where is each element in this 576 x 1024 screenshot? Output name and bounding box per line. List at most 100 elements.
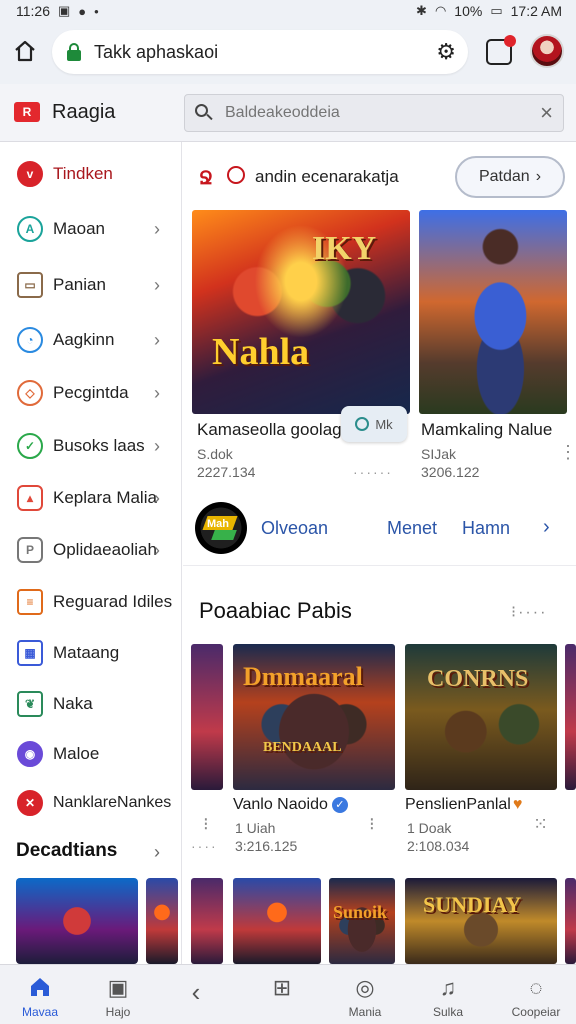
kebab-menu-icon[interactable]: ⁙	[533, 814, 548, 835]
sidebar-item-label: Maloe	[53, 744, 100, 763]
sidebar-item-12[interactable]: ✕ NanklareNankes	[0, 783, 181, 823]
sidebar-item-label: Aagkinn	[53, 330, 115, 349]
bluetooth-icon: ✱	[416, 3, 427, 18]
brand-logo-icon: R	[14, 102, 40, 122]
card-meta: 1 Doak	[407, 820, 452, 836]
more-dots-icon[interactable]: ······	[353, 464, 393, 480]
sidebar-item-6[interactable]: ▴ Keplara Malia ›	[0, 478, 181, 518]
card-title[interactable]: Kamaseolla goolag	[197, 420, 342, 440]
card-title[interactable]: PenslienPanlal ♥	[405, 796, 522, 814]
channel-row: Mah Olveoan Menet Hamn ›	[183, 494, 576, 566]
featured-card-image[interactable]: IKY Nahla	[192, 210, 410, 414]
sidebar-item-label: Mataang	[53, 643, 120, 662]
chevron-right-icon[interactable]: ›	[543, 516, 550, 539]
nav-item-sulka[interactable]: ♫ Sulka	[412, 965, 484, 1024]
game-thumbnail[interactable]: Sunoik	[329, 878, 395, 964]
close-icon[interactable]: ×	[540, 100, 553, 126]
sidebar-item-label: Panian	[53, 275, 106, 294]
sidebar-item-label: Oplidaeaoliah	[53, 540, 157, 559]
chevron-right-icon[interactable]: ›	[154, 842, 160, 863]
game-thumbnail[interactable]	[191, 644, 223, 790]
sidebar-item-label: Keplara Malia	[53, 488, 157, 507]
sidebar-item-4[interactable]: ◇ Pecgintda ›	[0, 373, 181, 413]
nav-label: Sulka	[432, 1005, 464, 1019]
browser-toolbar: Takk aphaskaoi ⚙	[0, 22, 576, 84]
compass-icon: ◔	[17, 327, 43, 353]
search-icon	[195, 104, 213, 122]
game-thumbnail[interactable]	[146, 878, 178, 964]
share-icon	[355, 417, 370, 431]
chevron-right-icon: ›	[154, 329, 160, 350]
chevron-right-icon: ›	[154, 382, 160, 403]
game-thumbnail[interactable]	[16, 878, 138, 964]
sidebar-item-11[interactable]: ◉ Maloe	[0, 734, 181, 774]
nav-item-hajo[interactable]: ▣ Hajo	[82, 965, 154, 1024]
art-text: CONRNS	[427, 666, 529, 692]
image-icon: ▣	[107, 975, 129, 1000]
game-thumbnail[interactable]	[191, 878, 223, 964]
game-thumbnail[interactable]	[565, 878, 576, 964]
avatar[interactable]	[530, 34, 564, 68]
kebab-menu-icon[interactable]: ⋮	[559, 442, 576, 463]
kebab-menu-icon[interactable]: ⁝	[369, 814, 375, 835]
featured-action-button[interactable]: Patdan ›	[455, 156, 565, 198]
battery-percent: 10%	[454, 3, 483, 19]
home-button[interactable]	[10, 36, 40, 66]
sidebar-item-label: Tindken	[53, 164, 113, 183]
battery-icon: ▭	[490, 3, 503, 18]
status-bar: 11:26 ▣ ● • ✱ ◠ 10% ▭ 17:2 AM	[0, 0, 576, 22]
search-input[interactable]	[225, 104, 541, 122]
grid-button[interactable]: ⊞	[246, 965, 318, 1024]
card-title[interactable]: Vanlo Naoido ✓	[233, 796, 348, 814]
sidebar-item-7[interactable]: P Oplidaeaoliah ›	[0, 530, 181, 570]
sidebar-item-5[interactable]: ✓ Busoks laas ›	[0, 426, 181, 466]
sidebar-item-label: Pecgintda	[53, 383, 129, 402]
channel-logo[interactable]: Mah	[195, 502, 247, 554]
art-text: Nahla	[212, 331, 310, 373]
brand-name: Raagia	[52, 101, 116, 123]
share-chip[interactable]: Mk	[341, 406, 407, 442]
more-dots-icon[interactable]: ⁝····	[511, 602, 547, 622]
sidebar-item-9[interactable]: ▦ Mataang	[0, 633, 181, 673]
sidebar-item-10[interactable]: ❦ Naka	[0, 684, 181, 724]
nav-item-mania[interactable]: ◎ Mania	[329, 965, 401, 1024]
address-bar[interactable]: Takk aphaskaoi ⚙	[52, 30, 468, 74]
sidebar-item-3[interactable]: ◔ Aagkinn ›	[0, 320, 181, 360]
art-text: SUNDIAY	[423, 892, 522, 917]
card-meta: 1 Uiah	[235, 820, 276, 836]
sidebar-item-label: Reguarad Idiles	[53, 592, 173, 611]
card-meta: 2:108.034	[407, 838, 470, 854]
back-button[interactable]: ‹	[160, 965, 232, 1024]
game-thumbnail[interactable]	[565, 644, 576, 790]
card-title[interactable]: Mamkaling Nalue	[421, 420, 552, 440]
kebab-menu-icon[interactable]: ⁝	[203, 814, 209, 835]
channel-link[interactable]: Olveoan	[261, 518, 328, 539]
game-thumbnail[interactable]: SUNDIAY	[405, 878, 557, 964]
back-icon: ‹	[191, 977, 201, 1007]
search-box[interactable]: ×	[184, 94, 564, 132]
gear-icon[interactable]: ⚙	[436, 39, 456, 65]
game-thumbnail[interactable]	[233, 878, 321, 964]
featured-card-image[interactable]	[419, 210, 567, 414]
search-icon	[227, 166, 245, 184]
chevron-right-icon: ›	[154, 487, 160, 508]
nav-label: Hajo	[105, 1005, 131, 1019]
channel-link[interactable]: Menet	[387, 518, 437, 539]
bottom-navigation: Mavaa ▣ Hajo ‹ ⊞ ◎ Mania ♫ Sulka ◌ Coope…	[0, 964, 576, 1024]
nav-item-coopeiar[interactable]: ◌ Coopeiar	[500, 965, 572, 1024]
verified-icon: ✓	[331, 796, 348, 813]
url-text: Takk aphaskaoi	[94, 41, 219, 62]
channel-link[interactable]: Hamn	[462, 518, 510, 539]
sidebar-item-2[interactable]: ▭ Panian ›	[0, 265, 181, 305]
sidebar-item-8[interactable]: ≡ Reguarad Idiles	[0, 582, 181, 622]
game-card-image[interactable]: Dmmaaral BENDAAAL	[233, 644, 395, 790]
nav-item-home[interactable]: Mavaa	[4, 965, 76, 1024]
shopping-bag-icon: A	[17, 216, 43, 242]
game-card-image[interactable]: CONRNS	[405, 644, 557, 790]
tabs-button[interactable]	[486, 35, 516, 65]
art-text: Sunoik	[333, 902, 388, 922]
sidebar-item-0[interactable]: v Tindken	[0, 154, 181, 194]
sidebar-item-label: Naka	[53, 694, 93, 713]
chevron-right-icon: ›	[535, 168, 542, 185]
sidebar-item-1[interactable]: A Maoan ›	[0, 209, 181, 249]
